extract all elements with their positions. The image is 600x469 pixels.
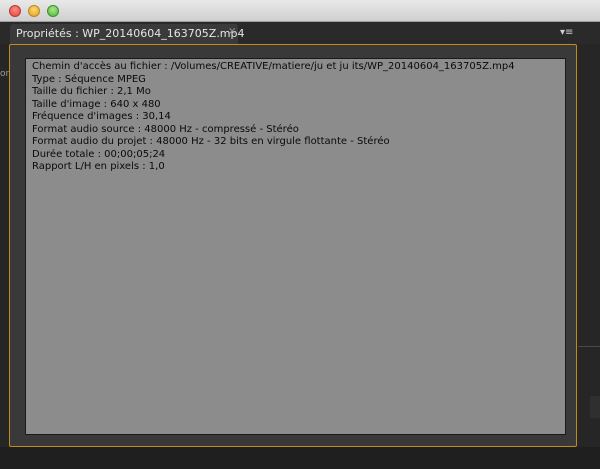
property-frame-rate: Fréquence d'images : 30,14 xyxy=(32,111,171,122)
property-frame-size: Taille d'image : 640 x 480 xyxy=(32,98,161,110)
close-window-button[interactable] xyxy=(9,5,21,17)
panel-menu-icon[interactable]: ▾≡ xyxy=(560,26,576,40)
properties-panel: Chemin d'accès au fichier : /Volumes/CRE… xyxy=(9,44,577,447)
property-file-path: Chemin d'accès au fichier : /Volumes/CRE… xyxy=(32,61,515,72)
zoom-window-button[interactable] xyxy=(47,5,59,17)
property-pixel-aspect-ratio: Rapport L/H en pixels : 1,0 xyxy=(32,161,165,172)
divider xyxy=(578,346,600,347)
window-title-bar[interactable] xyxy=(0,0,600,22)
property-type: Type : Séquence MPEG xyxy=(32,73,146,85)
property-source-audio-format: Format audio source : 48000 Hz - compres… xyxy=(32,123,299,135)
close-icon[interactable]: × xyxy=(228,26,236,37)
property-project-audio-format: Format audio du projet : 48000 Hz - 32 b… xyxy=(32,136,390,147)
right-panel-scroll-handle[interactable] xyxy=(590,396,600,418)
property-total-duration: Durée totale : 00;00;05;24 xyxy=(32,148,166,160)
minimize-window-button[interactable] xyxy=(28,5,40,17)
properties-content: Chemin d'accès au fichier : /Volumes/CRE… xyxy=(25,58,566,435)
tab-properties-label: Propriétés : WP_20140604_163705Z.mp4 xyxy=(16,27,245,40)
tab-properties[interactable]: Propriétés : WP_20140604_163705Z.mp4 × xyxy=(10,24,245,44)
bottom-bar xyxy=(0,447,600,469)
properties-window: Propriétés : WP_20140604_163705Z.mp4 × ▾… xyxy=(0,0,600,469)
left-panel-label-fragment: or xyxy=(0,69,10,79)
property-file-size: Taille du fichier : 2,1 Mo xyxy=(32,86,151,97)
